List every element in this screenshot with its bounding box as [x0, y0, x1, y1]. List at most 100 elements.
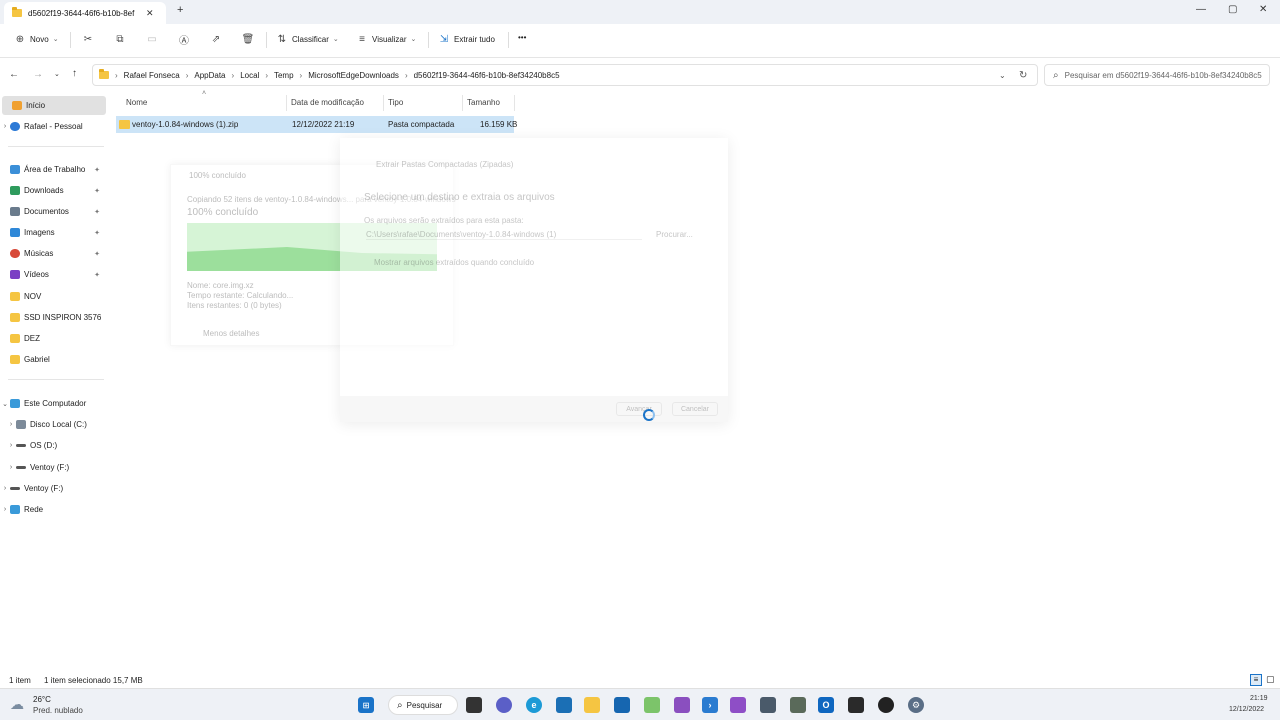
trash-icon: 🗑	[241, 33, 255, 45]
minimize-button[interactable]: —	[1196, 4, 1206, 15]
recent-locations-icon[interactable]: ⌄	[54, 70, 60, 78]
pin-icon: ✦	[94, 166, 100, 174]
outlook-icon[interactable]: O	[818, 697, 834, 713]
delete-button[interactable]: 🗑	[241, 33, 255, 45]
tab-current-folder[interactable]: d5602f19-3644-46f6-b10b-8ef ✕	[4, 2, 166, 24]
column-header-type[interactable]: Tipo	[388, 98, 403, 107]
app-icon-notification[interactable]	[878, 697, 894, 713]
maximize-button[interactable]: ▢	[1228, 4, 1237, 15]
paste-button[interactable]: ▭	[146, 33, 158, 45]
app-icon-shield[interactable]	[790, 697, 806, 713]
up-arrow-icon[interactable]: ↑	[72, 68, 77, 79]
back-arrow-icon[interactable]: ←	[9, 69, 19, 80]
view-button[interactable]: ≡ Visualizar ⌄	[356, 33, 416, 45]
sidebar-item-this-pc[interactable]: ⌄ Este Computador	[0, 394, 104, 413]
browse-button[interactable]: Procurar...	[656, 230, 693, 239]
weather-condition: Pred. nublado	[33, 706, 83, 715]
chat-icon[interactable]	[496, 697, 512, 713]
sidebar-item-drive-d[interactable]: › OS (D:)	[6, 436, 110, 455]
file-row[interactable]: ventoy-1.0.84-windows (1).zip 12/12/2022…	[116, 116, 517, 133]
breadcrumb-user[interactable]: Rafael Fonseca	[124, 71, 180, 80]
music-icon	[10, 249, 20, 258]
selection-info: 1 item selecionado 15,7 MB	[44, 676, 143, 685]
remote-app-icon[interactable]	[556, 697, 572, 713]
sidebar-label: OS (D:)	[30, 441, 58, 450]
more-options-button[interactable]: •••	[518, 33, 526, 42]
sidebar-label: Imagens	[24, 228, 55, 237]
sidebar-label: Downloads	[24, 186, 64, 195]
copy-button[interactable]: ⧉	[114, 33, 126, 45]
start-button[interactable]: ⊞	[358, 697, 374, 713]
taskbar-search[interactable]: ⌕ Pesquisar	[388, 695, 458, 715]
sidebar-item-nov[interactable]: NOV	[0, 287, 104, 306]
extract-path-field[interactable]: C:\Users\rafae\Documents\ventoy-1.0.84-w…	[366, 230, 642, 240]
breadcrumb-local[interactable]: Local	[240, 71, 259, 80]
sidebar-item-documents[interactable]: Documentos ✦	[0, 202, 104, 221]
sidebar-item-ssd[interactable]: SSD INSPIRON 3576	[0, 308, 104, 327]
breadcrumb-appdata[interactable]: AppData	[194, 71, 225, 80]
visual-studio-icon[interactable]	[730, 697, 746, 713]
breadcrumb-current[interactable]: d5602f19-3644-46f6-b10b-8ef34240b8c5	[414, 71, 560, 80]
sort-button[interactable]: ⇅ Classificar ⌄	[276, 33, 339, 45]
app-icon-purple-green[interactable]	[674, 697, 690, 713]
copy-item-name: Nome: core.img.xz	[187, 281, 254, 290]
file-explorer-icon[interactable]	[584, 697, 600, 713]
sidebar-item-ventoy[interactable]: › Ventoy (F:)	[0, 479, 104, 498]
rename-button[interactable]: Ⓐ	[178, 33, 190, 47]
tiles-view-icon[interactable]: ▢	[1266, 674, 1275, 685]
cut-button[interactable]: ✂	[82, 33, 94, 45]
column-header-date[interactable]: Data de modificação	[291, 98, 364, 107]
sidebar-item-onedrive[interactable]: › Rafael - Pessoal	[0, 117, 104, 136]
sidebar-item-desktop[interactable]: Área de Trabalho ✦	[0, 160, 104, 179]
app-icon-gray[interactable]	[760, 697, 776, 713]
sidebar-item-gabriel[interactable]: Gabriel	[0, 350, 104, 369]
app-icon-blue-yellow[interactable]	[614, 697, 630, 713]
next-button[interactable]: Avançar	[616, 402, 662, 416]
breadcrumb-temp[interactable]: Temp	[274, 71, 294, 80]
refresh-icon[interactable]: ↻	[1019, 70, 1027, 81]
less-details-button[interactable]: Menos detalhes	[203, 329, 259, 338]
sidebar-item-music[interactable]: Músicas ✦	[0, 244, 104, 263]
extract-all-button[interactable]: ⇲ Extrair tudo	[438, 33, 495, 45]
sidebar-item-drive-f[interactable]: › Ventoy (F:)	[6, 458, 110, 477]
search-box[interactable]: ⌕ Pesquisar em d5602f19-3644-46f6-b10b-8…	[1044, 64, 1270, 86]
app-icon-dark[interactable]	[848, 697, 864, 713]
task-view-icon[interactable]	[466, 697, 482, 713]
sidebar-item-drive-c[interactable]: › Disco Local (C:)	[6, 415, 110, 434]
folder-icon	[10, 355, 20, 364]
breadcrumb-edgedownloads[interactable]: MicrosoftEdgeDownloads	[308, 71, 399, 80]
drive-icon	[16, 444, 26, 447]
show-files-checkbox[interactable]: Mostrar arquivos extraídos quando conclu…	[374, 258, 534, 267]
extract-dialog-heading: Selecione um destino e extraia os arquiv…	[364, 192, 555, 203]
column-header-size[interactable]: Tamanho	[467, 98, 500, 107]
pin-icon: ✦	[94, 250, 100, 258]
address-bar[interactable]: › Rafael Fonseca › AppData › Local › Tem…	[92, 64, 1038, 86]
sidebar-item-dez[interactable]: DEZ	[0, 329, 104, 348]
forward-arrow-icon[interactable]: →	[33, 69, 43, 80]
close-tab-icon[interactable]: ✕	[146, 8, 154, 19]
cancel-button[interactable]: Cancelar	[672, 402, 718, 416]
sidebar-item-home[interactable]: Início	[2, 96, 106, 115]
sidebar-item-pictures[interactable]: Imagens ✦	[0, 223, 104, 242]
sort-label: Classificar	[292, 34, 329, 44]
new-label: Novo	[30, 34, 49, 44]
folder-icon	[10, 334, 20, 343]
address-dropdown-icon[interactable]: ⌄	[999, 71, 1006, 80]
settings-gear-icon[interactable]: ⚙	[908, 697, 924, 713]
app-icon-green[interactable]	[644, 697, 660, 713]
new-button[interactable]: ⊕ Novo ⌄	[14, 33, 59, 45]
column-header-name[interactable]: Nome	[126, 98, 147, 107]
share-button[interactable]: ⇗	[210, 33, 222, 45]
close-window-button[interactable]: ✕	[1259, 4, 1267, 15]
vscode-icon[interactable]: ›	[702, 697, 718, 713]
sidebar-item-downloads[interactable]: Downloads ✦	[0, 181, 104, 200]
pin-icon: ✦	[94, 187, 100, 195]
edge-browser-icon[interactable]: e	[526, 697, 542, 713]
drive-icon	[16, 466, 26, 469]
details-view-icon[interactable]: ≡	[1250, 674, 1262, 686]
sidebar-item-network[interactable]: › Rede	[0, 500, 104, 519]
busy-cursor-icon	[643, 409, 655, 421]
new-tab-button[interactable]: +	[177, 4, 183, 16]
paste-icon: ▭	[147, 33, 157, 45]
sidebar-item-videos[interactable]: Vídeos ✦	[0, 265, 104, 284]
